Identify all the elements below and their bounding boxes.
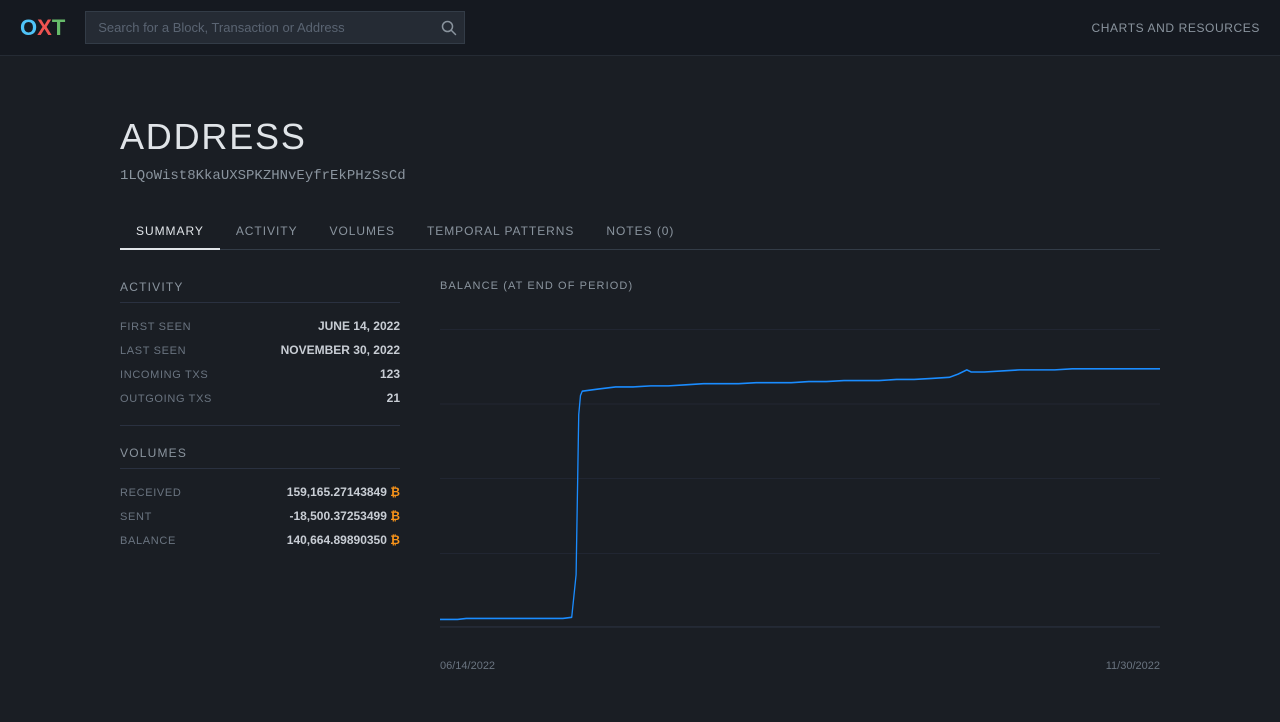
sent-label: SENT [120,511,152,523]
search-input[interactable] [85,11,465,44]
section-divider [120,425,400,426]
chart-wrapper: 06/14/2022 11/30/2022 [440,308,1160,682]
received-row: RECEIVED 159,165.27143849 ₿ [120,485,400,499]
first-seen-value: JUNE 14, 2022 [318,319,400,333]
chart-title: BALANCE (AT END OF PERIOD) [440,280,1160,292]
tab-summary[interactable]: SUMMARY [120,214,220,250]
btc-symbol-received: ₿ [390,485,400,499]
logo-t: T [52,15,65,41]
last-seen-row: LAST SEEN NOVEMBER 30, 2022 [120,343,400,357]
logo-x: X [37,15,52,41]
search-button[interactable] [441,20,457,36]
chart-container [440,308,1160,628]
outgoing-txs-value: 21 [387,391,400,405]
btc-symbol-balance: ₿ [390,533,400,547]
activity-section-title: ACTIVITY [120,280,400,303]
content-area: ACTIVITY FIRST SEEN JUNE 14, 2022 LAST S… [120,280,1160,682]
incoming-txs-row: INCOMING TXS 123 [120,367,400,381]
sent-row: SENT -18,500.37253499 ₿ [120,509,400,523]
tab-bar: SUMMARY ACTIVITY VOLUMES TEMPORAL PATTER… [120,214,1160,250]
first-seen-row: FIRST SEEN JUNE 14, 2022 [120,319,400,333]
page-type-label: ADDRESS [120,116,1160,158]
chart-axis-end-label: 11/30/2022 [1106,660,1160,672]
search-container [85,11,465,44]
last-seen-value: NOVEMBER 30, 2022 [281,343,400,357]
balance-chart [440,308,1160,628]
balance-label: BALANCE [120,535,176,547]
charts-and-resources-link[interactable]: CHARTS AND RESOURCES [1092,21,1260,35]
outgoing-txs-label: OUTGOING TXS [120,393,212,405]
received-label: RECEIVED [120,487,182,499]
main-content: ADDRESS 1LQoWist8KkaUXSPKZHNvEyfrEkPHzSs… [0,56,1280,722]
tab-activity[interactable]: ACTIVITY [220,214,314,250]
incoming-txs-label: INCOMING TXS [120,369,208,381]
incoming-txs-value: 123 [380,367,400,381]
btc-symbol-sent: ₿ [390,509,400,523]
chart-axis: 06/14/2022 11/30/2022 [440,632,1160,652]
outgoing-txs-row: OUTGOING TXS 21 [120,391,400,405]
tab-temporal-patterns[interactable]: TEMPORAL PATTERNS [411,214,590,250]
search-icon [441,20,457,36]
received-value: 159,165.27143849 ₿ [287,485,400,499]
tab-notes[interactable]: NOTES (0) [590,214,690,250]
left-panel: ACTIVITY FIRST SEEN JUNE 14, 2022 LAST S… [120,280,400,682]
first-seen-label: FIRST SEEN [120,321,191,333]
logo-o: O [20,15,37,41]
chart-axis-start-label: 06/14/2022 [440,660,495,672]
right-panel: BALANCE (AT END OF PERIOD) [440,280,1160,682]
volumes-section-title: VOLUMES [120,446,400,469]
logo[interactable]: O X T [20,15,65,41]
balance-row: BALANCE 140,664.89890350 ₿ [120,533,400,547]
header: O X T CHARTS AND RESOURCES [0,0,1280,56]
address-hash: 1LQoWist8KkaUXSPKZHNvEyfrEkPHzSsCd [120,168,1160,184]
sent-value: -18,500.37253499 ₿ [289,509,400,523]
balance-value: 140,664.89890350 ₿ [287,533,400,547]
tab-volumes[interactable]: VOLUMES [314,214,411,250]
last-seen-label: LAST SEEN [120,345,186,357]
